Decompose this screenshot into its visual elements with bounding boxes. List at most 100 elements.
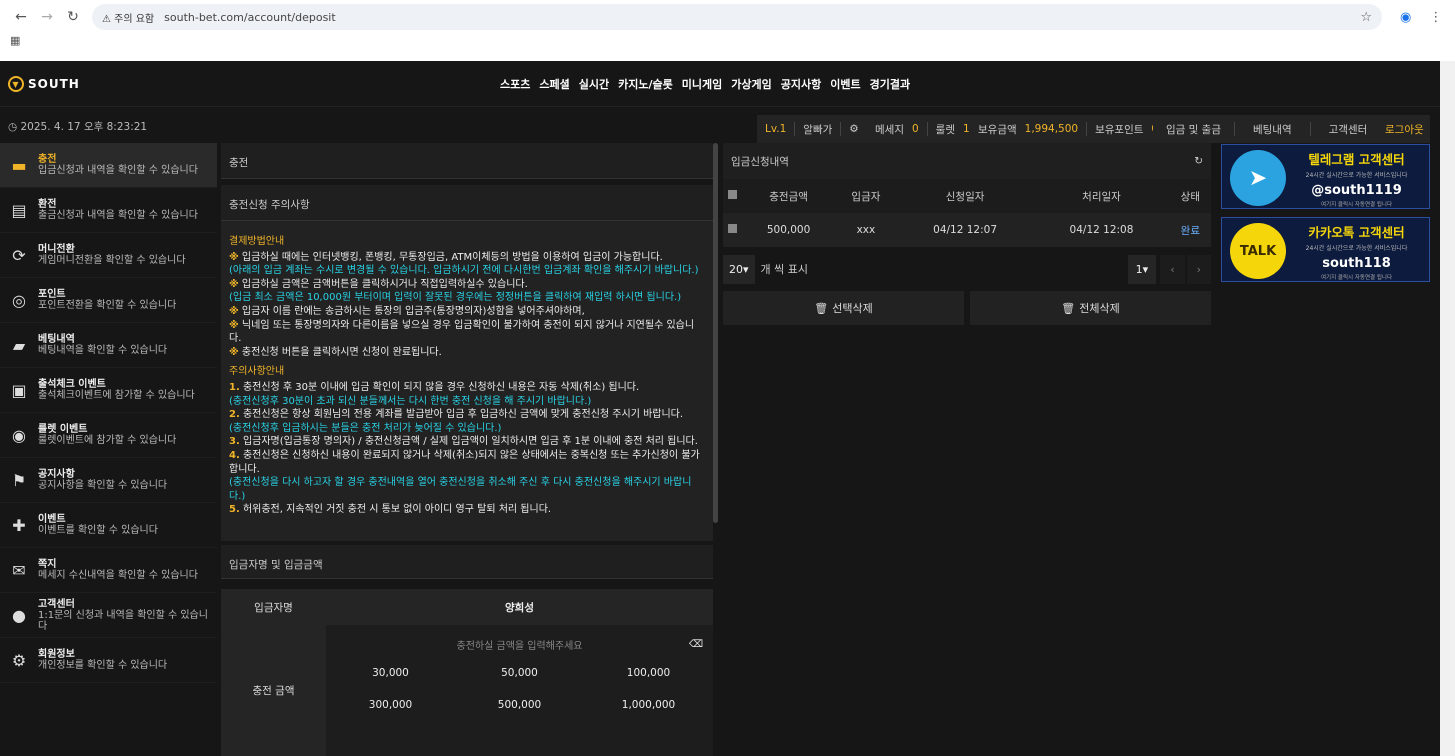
amount-button[interactable]: 300,000: [326, 699, 455, 711]
next-page-icon[interactable]: ›: [1186, 254, 1211, 284]
amount-button[interactable]: 500,000: [455, 699, 584, 711]
menu-item[interactable]: 경기결과: [870, 76, 910, 92]
sidebar-item-title: 충전: [38, 154, 57, 165]
telegram-support-banner[interactable]: ➤ 텔레그램 고객센터 24시간 실시간으로 가능한 서비스입니다 @south…: [1221, 144, 1430, 209]
notice-text: 입금하실 때에는 인터넷뱅킹, 폰뱅킹, 무통장입금, ATM이체등의 방법을 …: [238, 251, 663, 263]
cell-requested: 04/12 12:07: [933, 224, 997, 236]
sidebar-item[interactable]: ● 고객센터 1:1문의 신청과 내역을 확인할 수 있습니다: [0, 593, 217, 638]
support-link[interactable]: 고객센터: [1311, 122, 1386, 137]
sidebar-item[interactable]: ◎ 포인트 포인트전환을 확인할 수 있습니다: [0, 278, 217, 323]
menu-item[interactable]: 공지사항: [781, 76, 821, 92]
chat-icon: ●: [12, 605, 26, 625]
sidebar-item-desc: 룰렛이벤트에 참가할 수 있습니다: [38, 435, 177, 446]
site-logo[interactable]: ▼ SOUTH: [8, 76, 80, 92]
refresh-icon[interactable]: ↻: [1194, 155, 1203, 167]
profile-icon[interactable]: ◉: [1400, 10, 1411, 25]
sidebar-item[interactable]: ⚙ 회원정보 개인정보를 확인할 수 있습니다: [0, 638, 217, 683]
back-icon[interactable]: ←: [8, 9, 34, 25]
notice-mark: ※: [229, 319, 239, 331]
banner-title: 카카오톡 고객센터: [1308, 225, 1405, 240]
amount-button[interactable]: 1,000,000: [584, 699, 713, 711]
caution-lines: 1. 충전신청 후 30분 이내에 입금 확인이 되지 않을 경우 신청하신 내…: [229, 381, 705, 517]
sidebar-item[interactable]: ▰ 베팅내역 베팅내역을 확인할 수 있습니다: [0, 323, 217, 368]
page-size-select[interactable]: 20▾: [723, 254, 755, 284]
sidebar-item[interactable]: ⟳ 머니전환 게임머니전환을 확인할 수 있습니다: [0, 233, 217, 278]
sidebar-item-title: 룰렛 이벤트: [38, 424, 88, 435]
row-checkbox[interactable]: [723, 213, 742, 247]
balance-label: 보유금액: [978, 123, 1017, 136]
page-select[interactable]: 1▾: [1127, 254, 1157, 284]
banner-subtitle: 24시간 실시간으로 가능한 서비스입니다: [1305, 172, 1408, 179]
sidebar-item[interactable]: ◉ 룰렛 이벤트 룰렛이벤트에 참가할 수 있습니다: [0, 413, 217, 458]
logout-button[interactable]: 로그아웃: [1379, 115, 1430, 143]
menu-item[interactable]: 가상게임: [731, 76, 771, 92]
menu-item[interactable]: 이벤트: [830, 76, 860, 92]
amount-label: 충전 금액: [221, 625, 326, 756]
menu-item[interactable]: 스페셜: [539, 76, 569, 92]
sidebar-item-title: 회원정보: [38, 649, 75, 660]
settings-gear-icon[interactable]: ⚙: [849, 123, 858, 135]
sidebar-item[interactable]: ▣ 출석체크 이벤트 출석체크이벤트에 참가할 수 있습니다: [0, 368, 217, 413]
amount-button[interactable]: 50,000: [455, 667, 584, 679]
datetime: 2025. 4. 17 오후 8:23:21: [20, 121, 148, 133]
sidebar-item-desc: 1:1문의 신청과 내역을 확인할 수 있습니다: [37, 609, 208, 632]
menu-item[interactable]: 미니게임: [682, 76, 722, 92]
notice-text: 입금자명(입금통장 명의자) / 충전신청금액 / 실제 입금액이 일치하시면 …: [239, 436, 698, 448]
forward-icon[interactable]: →: [34, 9, 60, 25]
folder-icon: ▰: [12, 335, 26, 355]
amount-button[interactable]: 100,000: [584, 667, 713, 679]
nickname: 알빠가: [803, 123, 833, 136]
sidebar-item[interactable]: ⚑ 공지사항 공지사항을 확인할 수 있습니다: [0, 458, 217, 503]
balance-value: 1,994,500: [1024, 123, 1079, 135]
sidebar-item[interactable]: ✚ 이벤트 이벤트를 확인할 수 있습니다: [0, 503, 217, 548]
deposit-panel: 충전 충전신청 주의사항 결제방법안내 ※ 입금하실 때에는 인터넷뱅킹, 폰뱅…: [221, 143, 713, 579]
notice-mark: 5.: [229, 504, 240, 516]
notice-line: 1. 충전신청 후 30분 이내에 입금 확인이 되지 않을 경우 신청하신 내…: [229, 381, 705, 395]
sidebar-item[interactable]: ▬ 충전 입금신청과 내역을 확인할 수 있습니다: [0, 143, 217, 188]
sidebar-item-title: 머니전환: [38, 244, 75, 255]
column-header: 신청일자: [945, 190, 985, 203]
select-all-checkbox[interactable]: [723, 179, 742, 213]
menu-dots-icon[interactable]: ⋮: [1429, 10, 1442, 25]
panel-scrollbar[interactable]: [713, 143, 718, 523]
user-info-bar: ◷ 2025. 4. 17 오후 8:23:21 Lv.1 알빠가 ⚙ 메세지 0…: [0, 107, 1440, 143]
banner-foot: 여기지 클릭시 자동연결 됩니다: [1320, 202, 1393, 208]
message-count: 0: [911, 123, 919, 135]
reload-icon[interactable]: ↻: [60, 9, 86, 25]
notice-line: 4. 충전신청은 신청하신 내용이 완료되지 않거나 삭제(취소)되지 않은 상…: [229, 449, 705, 476]
top-navbar: ▼ SOUTH 스포츠 스페셜 실시간 카지노/슬롯 미니게임 가상게임 공지사항 이벤트 경기결…: [0, 61, 1440, 107]
amount-button[interactable]: 30,000: [326, 667, 455, 679]
notice-mark: 1.: [229, 381, 240, 393]
table-row[interactable]: 500,000 xxx 04/12 12:07 04/12 12:08 완료: [723, 213, 1211, 247]
security-warning[interactable]: ⚠ 주의 요함: [102, 10, 154, 25]
delete-all-button[interactable]: 🗑 전체삭제: [970, 291, 1211, 325]
menu-item[interactable]: 스포츠: [500, 76, 530, 92]
cell-processed: 04/12 12:08: [1069, 224, 1134, 236]
message-pill[interactable]: 메세지 0 룰렛 1: [867, 115, 978, 143]
apps-grid-icon[interactable]: ▦: [10, 34, 20, 47]
deposit-withdraw-link[interactable]: 입금 및 출금: [1153, 122, 1234, 137]
bookmark-star-icon[interactable]: ☆: [1360, 10, 1372, 25]
sidebar-item[interactable]: ✉ 쪽지 메세지 수신내역을 확인할 수 있습니다: [0, 548, 217, 593]
menu-item[interactable]: 카지노/슬롯: [618, 76, 673, 92]
main-menu: 스포츠 스페셜 실시간 카지노/슬롯 미니게임 가상게임 공지사항 이벤트 경기결과: [500, 76, 910, 92]
menu-item[interactable]: 실시간: [579, 76, 609, 92]
eraser-icon[interactable]: ⌫: [689, 639, 703, 650]
delete-selected-button[interactable]: 🗑 선택삭제: [723, 291, 964, 325]
banner-handle: south118: [1322, 256, 1391, 271]
cell-name: xxx: [856, 224, 876, 236]
address-bar[interactable]: ⚠ 주의 요함 south-bet.com/account/deposit ☆: [92, 4, 1382, 30]
points-label: 보유포인트: [1095, 123, 1144, 136]
account-links: 입금 및 출금 베팅내역 고객센터: [1153, 115, 1386, 143]
sidebar: ▬ 충전 입금신청과 내역을 확인할 수 있습니다 ▤ 환전 출금신청과 내역을 확인할 …: [0, 143, 217, 683]
bet-history-link[interactable]: 베팅내역: [1235, 122, 1310, 137]
sidebar-item-desc: 게임머니전환을 확인할 수 있습니다: [38, 255, 186, 266]
sidebar-item[interactable]: ▤ 환전 출금신청과 내역을 확인할 수 있습니다: [0, 188, 217, 233]
amount-input[interactable]: 충전하실 금액을 입력해주세요 ⌫: [326, 625, 713, 663]
notice-text: (충전신청후 입금하시는 분들은 충전 처리가 늦어질 수 있습니다.): [229, 422, 502, 434]
prev-page-icon[interactable]: ‹: [1160, 254, 1185, 284]
page-scrollbar[interactable]: [1440, 61, 1455, 756]
kakaotalk-support-banner[interactable]: TALK 카카오톡 고객센터 24시간 실시간으로 가능한 서비스입니다 sou…: [1221, 217, 1430, 282]
url-text[interactable]: south-bet.com/account/deposit: [164, 11, 336, 24]
notice-line: ※ 닉네임 또는 통장명의자와 다른이름을 넣으실 경우 입금확인이 불가하여 …: [229, 319, 705, 346]
